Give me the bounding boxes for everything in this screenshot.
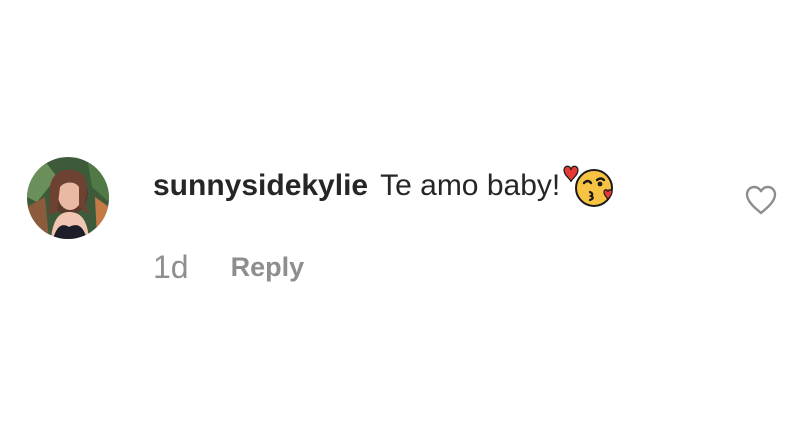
avatar-image [27, 157, 109, 239]
comment-item: sunnysidekylie Te amo baby! 1d Reply [0, 0, 800, 421]
username-link[interactable]: sunnysidekylie [153, 169, 368, 203]
comment-meta: 1d Reply [153, 247, 304, 287]
reply-button[interactable]: Reply [231, 252, 305, 283]
heart-outline-icon[interactable] [744, 184, 778, 216]
comment-body: sunnysidekylie Te amo baby! [153, 164, 616, 208]
avatar[interactable] [27, 157, 109, 239]
comment-timestamp: 1d [153, 248, 189, 285]
comment-text: Te amo baby! [380, 169, 561, 202]
kissing-face-with-heart-emoji-icon [560, 164, 616, 208]
